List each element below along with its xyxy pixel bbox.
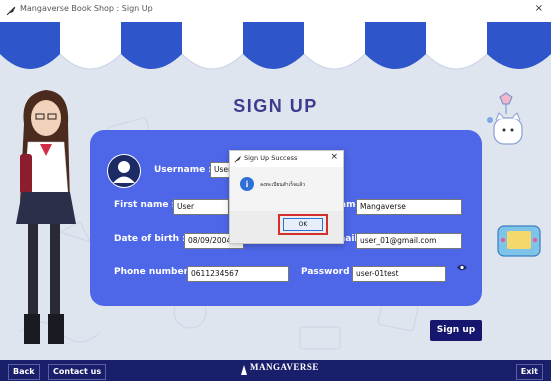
window-close-button[interactable]: ×	[535, 3, 543, 14]
window-titlebar: Mangaverse Book Shop : Sign Up ×	[0, 0, 551, 23]
last-name-input[interactable]: Mangaverse	[356, 199, 462, 215]
dialog-feather-icon	[234, 156, 241, 163]
phone-input[interactable]: 0611234567	[187, 266, 289, 282]
phone-label: Phone number :	[114, 267, 195, 277]
ok-button[interactable]: OK	[283, 218, 323, 231]
exit-button[interactable]: Exit	[515, 364, 543, 380]
email-input[interactable]: user_01@gmail.com	[356, 233, 462, 249]
dob-value: 08/09/2004	[188, 236, 232, 245]
game-console-decoration	[497, 225, 541, 257]
dialog-message: ลงทะเบียนสำเร็จแล้ว	[260, 182, 305, 188]
info-icon: i	[240, 177, 254, 191]
dialog-titlebar: Sign Up Success ×	[230, 151, 343, 167]
page-title: SIGN UP	[233, 96, 318, 116]
show-password-eye-icon[interactable]	[457, 264, 467, 271]
password-input[interactable]: user-01test	[352, 266, 446, 282]
dob-label: Date of birth :	[114, 234, 186, 244]
back-button[interactable]: Back	[8, 364, 40, 380]
first-name-input[interactable]: User	[173, 199, 229, 215]
first-name-label: First name :	[114, 200, 176, 210]
success-dialog: Sign Up Success × i ลงทะเบียนสำเร็จแล้ว …	[229, 150, 344, 244]
anime-girl-illustration	[16, 90, 76, 344]
window-title: Mangaverse Book Shop : Sign Up	[20, 4, 153, 13]
contact-us-button[interactable]: Contact us	[48, 364, 107, 380]
username-label: Username :	[154, 165, 212, 175]
dialog-close-button[interactable]: ×	[330, 152, 338, 162]
avatar-icon	[107, 154, 141, 188]
footer-bar: Back Contact us MANGAVERSE Exit	[0, 360, 551, 381]
footer-logo-icon	[241, 365, 247, 375]
app-feather-icon	[6, 6, 16, 16]
dialog-button-bar: OK	[230, 211, 343, 243]
dialog-title: Sign Up Success	[244, 154, 298, 162]
shop-awning	[0, 22, 551, 70]
password-label: Password :	[301, 267, 357, 277]
footer-logo-text: MANGAVERSE	[250, 362, 319, 372]
signup-button[interactable]: Sign up	[430, 320, 482, 341]
